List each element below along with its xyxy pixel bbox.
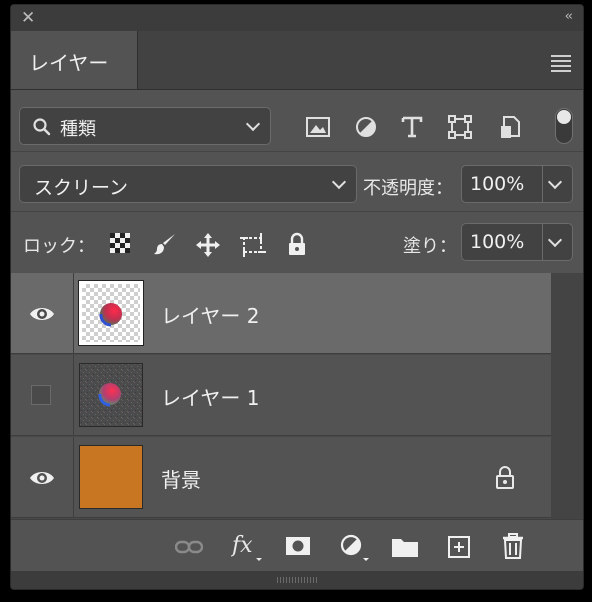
link-layers-icon[interactable]: [175, 540, 203, 554]
filter-kind-select[interactable]: 種類: [19, 107, 271, 145]
adjustment-filter-icon[interactable]: [353, 114, 379, 140]
layer-name[interactable]: レイヤー 1: [161, 382, 259, 411]
chevron-down-icon[interactable]: [547, 232, 563, 248]
layers-toolbar: fx: [11, 519, 583, 572]
chevron-down-icon[interactable]: [547, 174, 563, 190]
layer-thumbnail[interactable]: [79, 363, 143, 427]
close-icon[interactable]: ✕: [21, 8, 35, 28]
layer-name[interactable]: レイヤー 2: [161, 300, 259, 329]
blend-mode-label: スクリーン: [34, 177, 129, 199]
layer-row[interactable]: レイヤー 1: [11, 355, 551, 436]
type-filter-icon[interactable]: [399, 114, 425, 140]
panel-tab-row: レイヤー: [11, 31, 583, 90]
tab-layers[interactable]: レイヤー: [11, 31, 138, 89]
lock-image-pixels-icon[interactable]: [153, 232, 177, 256]
panel-titlebar: ✕ ‹‹: [11, 5, 583, 31]
collapse-icon[interactable]: ‹‹: [565, 9, 574, 24]
panel-menu-icon[interactable]: [551, 55, 571, 75]
lock-all-icon[interactable]: [287, 232, 307, 256]
new-adjustment-icon[interactable]: [339, 533, 373, 563]
search-icon: [33, 118, 51, 136]
fx-icon[interactable]: fx: [231, 532, 265, 562]
opacity-value: 100%: [470, 173, 525, 195]
filter-toggle[interactable]: [555, 108, 573, 144]
tab-layers-label: レイヤー: [29, 51, 109, 75]
divider: [11, 211, 583, 212]
add-mask-icon[interactable]: [285, 536, 311, 556]
chevron-down-icon: [331, 174, 347, 190]
panel-footer: [11, 571, 583, 589]
layer-thumbnail[interactable]: [78, 280, 144, 346]
lock-transparent-pixels-icon[interactable]: [109, 232, 131, 254]
lock-icon[interactable]: [495, 465, 515, 489]
lock-position-icon[interactable]: [195, 232, 221, 258]
lock-artboard-icon[interactable]: [239, 232, 267, 258]
eye-icon[interactable]: [29, 469, 55, 487]
fill-field[interactable]: 100%: [461, 223, 573, 261]
new-group-icon[interactable]: [391, 536, 419, 558]
scrollbar[interactable]: [551, 273, 583, 519]
visibility-toggle[interactable]: [31, 385, 51, 405]
image-filter-icon[interactable]: [305, 114, 331, 140]
layer-thumbnail[interactable]: [79, 445, 143, 509]
blend-mode-select[interactable]: スクリーン: [19, 165, 357, 203]
layers-list: レイヤー 2 レイヤー 1 背景: [11, 273, 583, 519]
layer-name[interactable]: 背景: [161, 464, 201, 493]
resize-grip[interactable]: [277, 577, 317, 583]
layer-row[interactable]: 背景: [11, 437, 551, 518]
delete-icon[interactable]: [501, 533, 525, 559]
chevron-down-icon: [245, 116, 261, 132]
shape-filter-icon[interactable]: [447, 114, 473, 140]
opacity-field[interactable]: 100%: [461, 165, 573, 203]
fill-value: 100%: [470, 231, 525, 253]
opacity-label: 不透明度：: [363, 178, 453, 199]
smart-object-filter-icon[interactable]: [497, 114, 523, 140]
lock-label: ロック：: [23, 236, 95, 257]
layer-row[interactable]: レイヤー 2: [11, 273, 551, 354]
layer-image: [99, 303, 122, 327]
filter-kind-label: 種類: [60, 119, 96, 140]
eye-icon[interactable]: [29, 305, 55, 323]
new-layer-icon[interactable]: [447, 535, 471, 559]
fill-label: 塗り：: [403, 236, 457, 257]
divider: [11, 151, 583, 152]
svg-text:fx: fx: [231, 533, 253, 558]
layers-panel: ✕ ‹‹ レイヤー 種類 スクリーン 不透明度： 100% ロック： 塗り： 1…: [10, 4, 584, 590]
layer-image: [80, 364, 142, 426]
